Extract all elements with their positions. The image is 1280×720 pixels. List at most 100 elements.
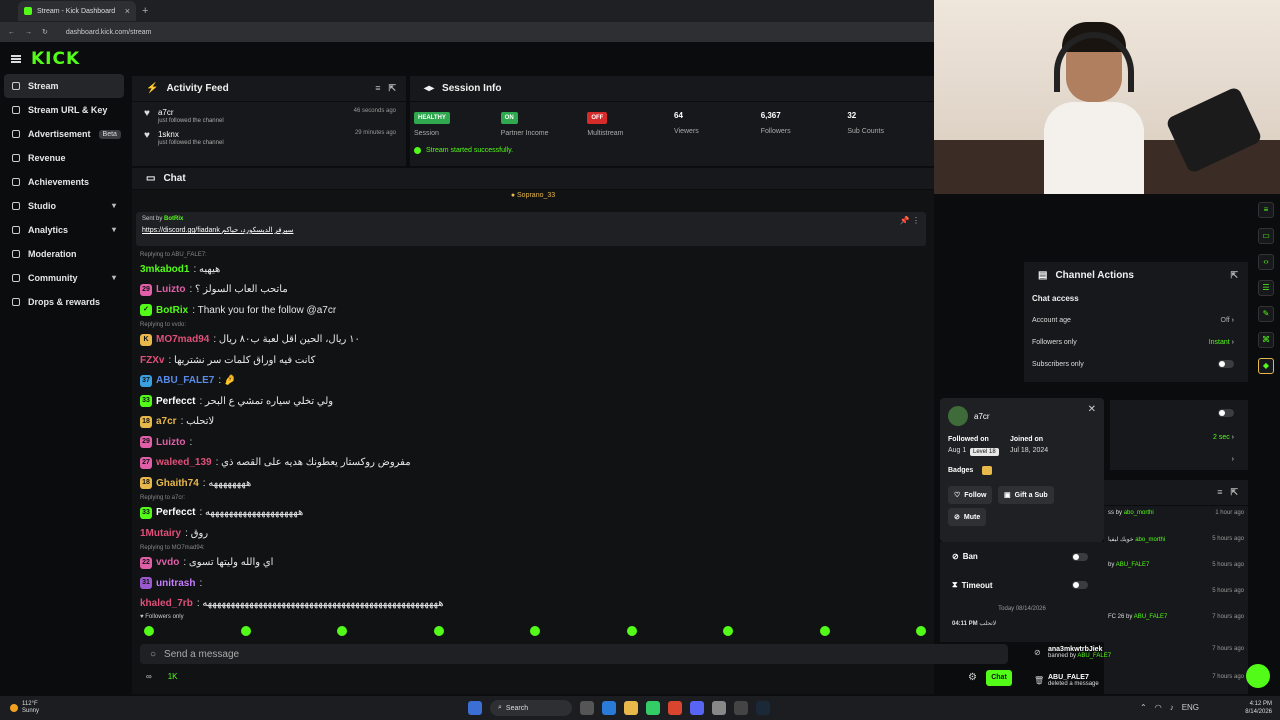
chat-username[interactable]: MO7mad94 <box>156 334 209 345</box>
kick-logo[interactable]: KICK <box>31 49 80 69</box>
gear-icon[interactable]: ⚙ <box>968 672 977 683</box>
layers-icon[interactable]: ☰ <box>1258 280 1274 296</box>
dashboard-header: KICK <box>0 44 934 74</box>
chat-username[interactable]: Ghaith74 <box>156 478 199 489</box>
app-icon[interactable] <box>712 701 726 715</box>
popout-icon[interactable]: ⇱ <box>388 83 396 94</box>
chat-username[interactable]: 1Mutairy <box>140 528 181 539</box>
close-tab-icon[interactable]: × <box>125 6 130 16</box>
chat-username[interactable]: Luizto <box>156 437 185 448</box>
language-indicator[interactable]: ENG <box>1182 703 1199 712</box>
emote-icon[interactable] <box>144 626 154 636</box>
sidebar-item-drops-rewards[interactable]: Drops & rewards <box>0 290 128 314</box>
task-view-icon[interactable] <box>580 701 594 715</box>
chat-username[interactable]: khaled_7rb <box>140 598 193 609</box>
popout-icon[interactable]: ⇱ <box>1230 487 1238 498</box>
chat-username[interactable]: a7cr <box>156 416 177 427</box>
filter-icon[interactable]: ≡ <box>375 83 380 94</box>
emote-icon[interactable] <box>240 626 251 636</box>
back-icon[interactable]: ← <box>8 29 15 36</box>
timeout-toggle[interactable] <box>1072 581 1088 589</box>
chat-text: : ههههههههه <box>202 477 252 489</box>
account-age-row[interactable]: Account age Off › <box>1024 309 1248 331</box>
emote-only-toggle[interactable] <box>1218 409 1234 417</box>
chat-username[interactable]: FZXv <box>140 355 164 366</box>
filter-icon[interactable]: ≡ <box>1217 487 1222 498</box>
wifi-icon[interactable]: ◠ <box>1155 703 1162 712</box>
sidebar-item-analytics[interactable]: Analytics ▾ <box>0 218 128 242</box>
forward-icon[interactable]: → <box>25 29 32 36</box>
chat-username[interactable]: ABU_FALE7 <box>156 375 214 386</box>
url-field[interactable]: dashboard.kick.com/stream <box>66 29 152 36</box>
emote-icon[interactable] <box>337 626 347 636</box>
chrome-icon[interactable] <box>668 701 682 715</box>
store-icon[interactable] <box>646 701 660 715</box>
followers-only-row[interactable]: Followers only Instant › <box>1024 331 1248 353</box>
chat-username[interactable]: Perfecct <box>156 396 195 407</box>
help-bubble-icon[interactable] <box>1246 664 1270 688</box>
close-icon[interactable]: ✕ <box>1088 404 1096 415</box>
emote-icon[interactable] <box>723 626 733 636</box>
more-row[interactable]: › <box>1110 448 1248 470</box>
chat-widget-icon[interactable]: ▭ <box>1258 228 1274 244</box>
gift-sub-button[interactable]: ▣ Gift a Sub <box>998 486 1054 504</box>
sidebar-item-advertisement[interactable]: Advertisement Beta <box>0 122 128 146</box>
slow-mode-row[interactable]: 2 sec › <box>1110 426 1248 448</box>
chevron-down-icon: ▾ <box>111 225 116 234</box>
sidebar-item-stream-url-key[interactable]: Stream URL & Key <box>0 98 128 122</box>
chat-username[interactable]: Luizto <box>156 284 185 295</box>
emote-icon[interactable] <box>530 626 540 636</box>
chat-send-button[interactable]: Chat <box>986 670 1012 686</box>
sidebar-item-achievements[interactable]: Achievements <box>0 170 128 194</box>
emote-icon[interactable] <box>819 626 830 636</box>
chat-username[interactable]: BotRix <box>156 305 188 316</box>
chevron-up-icon[interactable]: ⌃ <box>1140 703 1147 712</box>
discord-icon[interactable] <box>690 701 704 715</box>
chat-input[interactable]: ○ Send a message <box>140 644 1008 664</box>
emote-icon[interactable] <box>916 626 926 636</box>
emote-icon[interactable] <box>626 626 637 636</box>
menu-icon[interactable] <box>11 55 21 63</box>
tag-icon[interactable]: ◆ <box>1258 358 1274 374</box>
obs-icon[interactable] <box>734 701 748 715</box>
chat-username[interactable]: waleed_139 <box>156 457 212 468</box>
wrench-icon[interactable]: ✎ <box>1258 306 1274 322</box>
sidebar-item-community[interactable]: Community ▾ <box>0 266 128 290</box>
status-badge: HEALTHY <box>414 112 450 124</box>
sidebar-item-revenue[interactable]: Revenue <box>0 146 128 170</box>
sidebar-item-studio[interactable]: Studio ▾ <box>0 194 128 218</box>
volume-icon[interactable]: ♪ <box>1170 703 1174 712</box>
reload-icon[interactable]: ↻ <box>42 28 48 36</box>
subscribers-only-toggle[interactable] <box>1218 360 1234 368</box>
clock[interactable]: 4:12 PM 8/14/2026 <box>1245 700 1272 716</box>
sidebar-item-stream[interactable]: Stream <box>4 74 124 98</box>
popout-icon[interactable]: ⇱ <box>1230 270 1238 281</box>
chat-username[interactable]: Perfecct <box>156 507 195 518</box>
chat-username[interactable]: 3mkabod1 <box>140 264 189 275</box>
emote-icon[interactable] <box>433 626 444 636</box>
taskbar-search[interactable]: ⌕ Search <box>490 700 572 716</box>
pinned-banner[interactable]: ● Soprano_33 <box>132 192 934 199</box>
chat-username[interactable]: unitrash <box>156 578 195 589</box>
pin-icon[interactable]: 📌 ⋮ <box>900 216 920 225</box>
infinity-icon[interactable]: ∞ <box>146 672 152 681</box>
chat-username[interactable]: vvdo <box>156 557 179 568</box>
mute-button[interactable]: ⊘ Mute <box>948 508 987 526</box>
weather-widget[interactable]: 112°F Sunny <box>10 701 39 715</box>
pinned-link[interactable]: https://discord.gg/fiadank سيرفر الديسكو… <box>142 226 920 234</box>
browser-tab[interactable]: Stream - Kick Dashboard × <box>18 1 136 21</box>
code-icon[interactable]: ‹› <box>1258 254 1274 270</box>
steam-icon[interactable] <box>756 701 770 715</box>
list-icon[interactable]: ≡ <box>1258 202 1274 218</box>
chat-text: : هيهيه <box>193 263 221 275</box>
edge-icon[interactable] <box>602 701 616 715</box>
new-tab-icon[interactable]: + <box>142 5 148 17</box>
share-icon[interactable]: ⌘ <box>1258 332 1274 348</box>
user-card-username[interactable]: a7cr <box>974 412 990 421</box>
follow-button[interactable]: ♡ Follow <box>948 486 993 504</box>
folder-icon[interactable] <box>624 701 638 715</box>
sidebar-item-moderation[interactable]: Moderation <box>0 242 128 266</box>
chat-text: : ١٠ ريال، الحين اقل لعبة ب٨٠ ريال <box>213 334 360 346</box>
ban-toggle[interactable] <box>1072 553 1088 561</box>
windows-start-icon[interactable] <box>468 701 482 715</box>
